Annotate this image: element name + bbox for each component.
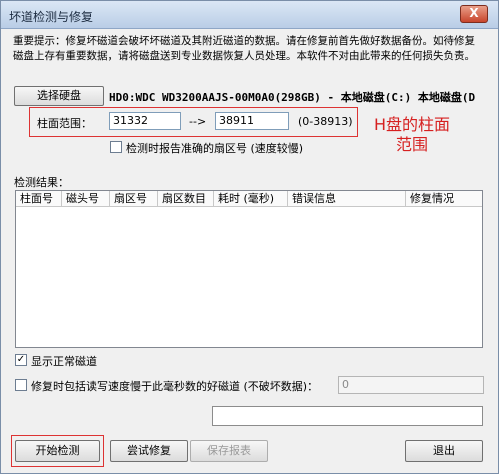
- important-notice: 重要提示：修复坏磁道会破坏坏磁道及其附近磁道的数据。请在修复前首先做好数据备份。…: [13, 35, 475, 62]
- column-header[interactable]: 柱面号: [16, 191, 62, 206]
- repair-slow-tracks-label: 修复时包括读写速度慢于此毫秒数的好磁道 (不破坏数据)：: [31, 380, 319, 393]
- report-precise-sector-checkbox[interactable]: [110, 141, 122, 153]
- end-cylinder-input[interactable]: 38911: [215, 112, 289, 130]
- table-header: 柱面号 磁头号 扇区号 扇区数目 耗时 (毫秒) 错误信息 修复情况: [16, 191, 482, 207]
- exit-button[interactable]: 退出: [405, 440, 483, 462]
- window-title: 坏道检测与修复: [9, 10, 94, 24]
- select-disk-button[interactable]: 选择硬盘: [14, 86, 104, 106]
- title-bar: 坏道检测与修复 X: [1, 1, 498, 29]
- annotation-text: H盘的柱面范围: [373, 115, 451, 154]
- show-normal-tracks-label: 显示正常磁道: [31, 355, 97, 368]
- save-report-button[interactable]: 保存报表: [190, 440, 268, 462]
- show-normal-tracks-checkbox[interactable]: ✓: [15, 354, 27, 366]
- column-header[interactable]: 扇区号: [110, 191, 158, 206]
- column-header[interactable]: 扇区数目: [158, 191, 214, 206]
- column-header[interactable]: 磁头号: [62, 191, 110, 206]
- start-cylinder-input[interactable]: 31332: [109, 112, 181, 130]
- cylinder-range-hint: (0-38913): [298, 115, 353, 128]
- report-precise-sector-label: 检测时报告准确的扇区号 (速度较慢): [126, 142, 304, 155]
- disk-info: HD0:WDC WD3200AAJS-00M0A0(298GB) - 本地磁盘(…: [109, 91, 476, 104]
- try-repair-button[interactable]: 尝试修复: [110, 440, 188, 462]
- progress-bar: [212, 406, 483, 426]
- cylinder-range-label: 柱面范围：: [37, 117, 92, 130]
- start-scan-button[interactable]: 开始检测: [15, 440, 100, 462]
- repair-slow-tracks-checkbox[interactable]: [15, 379, 27, 391]
- results-label: 检测结果：: [14, 176, 69, 189]
- slow-threshold-input[interactable]: 0: [338, 376, 484, 394]
- column-header[interactable]: 错误信息: [288, 191, 406, 206]
- range-arrow: -->: [189, 115, 207, 128]
- bad-track-dialog: 坏道检测与修复 X 重要提示：修复坏磁道会破坏坏磁道及其附近磁道的数据。请在修复…: [0, 0, 499, 474]
- close-button[interactable]: X: [460, 5, 488, 23]
- results-table[interactable]: 柱面号 磁头号 扇区号 扇区数目 耗时 (毫秒) 错误信息 修复情况: [15, 190, 483, 348]
- column-header[interactable]: 耗时 (毫秒): [214, 191, 288, 206]
- column-header[interactable]: 修复情况: [406, 191, 482, 206]
